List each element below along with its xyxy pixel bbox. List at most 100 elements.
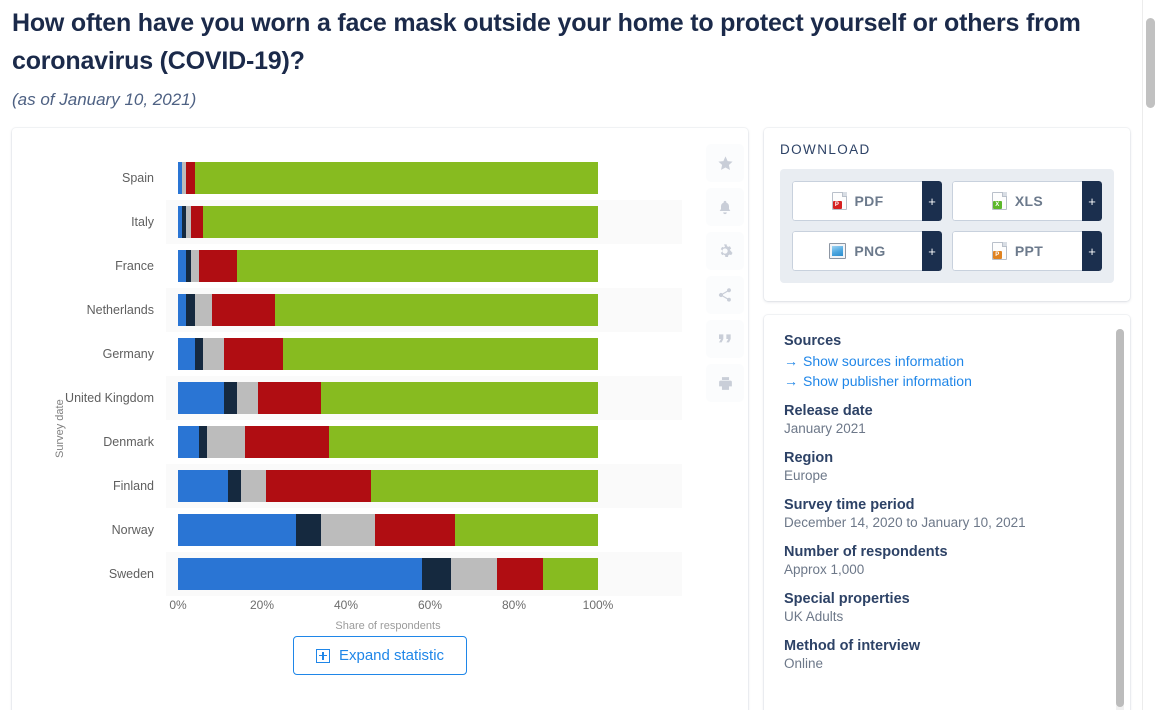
- settings-icon-button[interactable]: [706, 232, 744, 270]
- bar-segment[interactable]: [212, 294, 275, 326]
- page-header: How often have you worn a face mask outs…: [12, 0, 1087, 110]
- stacked-bar[interactable]: [178, 426, 598, 458]
- bar-segment[interactable]: [186, 162, 194, 194]
- bar-segment[interactable]: [296, 514, 321, 546]
- download-ppt-button[interactable]: PPPT+: [952, 231, 1102, 271]
- category-label: France: [12, 259, 154, 273]
- bar-segment[interactable]: [321, 514, 376, 546]
- bar-segment[interactable]: [241, 470, 266, 502]
- bar-segment[interactable]: [195, 294, 212, 326]
- bar-segment[interactable]: [178, 250, 186, 282]
- chart-row: United Kingdom: [12, 376, 682, 420]
- bar-segment[interactable]: [178, 426, 199, 458]
- share-icon-button[interactable]: [706, 276, 744, 314]
- bar-segment[interactable]: [178, 470, 228, 502]
- alert-icon-button[interactable]: [706, 188, 744, 226]
- bar-segment[interactable]: [186, 294, 194, 326]
- sources-heading: Sources: [784, 333, 1110, 349]
- bar-segment[interactable]: [199, 426, 207, 458]
- bar-segment[interactable]: [203, 206, 598, 238]
- bar-segment[interactable]: [195, 162, 598, 194]
- bar-segment[interactable]: [178, 294, 186, 326]
- stacked-bar[interactable]: [178, 162, 598, 194]
- sources-card: Sources →Show sources information →Show p…: [764, 315, 1130, 710]
- bar-segment[interactable]: [422, 558, 451, 590]
- print-icon-button[interactable]: [706, 364, 744, 402]
- quote-icon: [717, 331, 733, 347]
- meta-label: Special properties: [784, 591, 1110, 607]
- download-heading: DOWNLOAD: [780, 142, 1114, 157]
- download-ppt-main[interactable]: PPPT: [952, 231, 1082, 271]
- stacked-bar[interactable]: [178, 250, 598, 282]
- stacked-bar[interactable]: [178, 558, 598, 590]
- stacked-bar[interactable]: [178, 382, 598, 414]
- category-label: Sweden: [12, 567, 154, 581]
- category-label: Spain: [12, 171, 154, 185]
- bar-segment[interactable]: [275, 294, 598, 326]
- download-ppt-expand[interactable]: +: [1082, 231, 1102, 271]
- bar-segment[interactable]: [224, 338, 283, 370]
- sources-scrollbar[interactable]: [1116, 329, 1124, 710]
- bar-segment[interactable]: [191, 206, 204, 238]
- x-tick-label: 80%: [502, 598, 526, 612]
- favorite-icon-button[interactable]: [706, 144, 744, 182]
- bar-segment[interactable]: [199, 250, 237, 282]
- bar-segment[interactable]: [178, 382, 224, 414]
- download-xls-button[interactable]: XXLS+: [952, 181, 1102, 221]
- download-pdf-main[interactable]: PPDF: [792, 181, 922, 221]
- bar-segment[interactable]: [455, 514, 598, 546]
- bar-segment[interactable]: [543, 558, 598, 590]
- citation-icon-button[interactable]: [706, 320, 744, 358]
- stacked-bar[interactable]: [178, 294, 598, 326]
- download-pdf-expand[interactable]: +: [922, 181, 942, 221]
- bar-segment[interactable]: [451, 558, 497, 590]
- bar-segment[interactable]: [266, 470, 371, 502]
- bar-segment[interactable]: [191, 250, 199, 282]
- bar-segment[interactable]: [195, 338, 203, 370]
- bar-segment[interactable]: [203, 338, 224, 370]
- page-scrollbar[interactable]: [1142, 0, 1157, 710]
- bar-segment[interactable]: [321, 382, 598, 414]
- bar-segment[interactable]: [237, 382, 258, 414]
- source-link[interactable]: →Show publisher information: [784, 373, 1110, 389]
- stacked-bar[interactable]: [178, 206, 598, 238]
- bar-segment[interactable]: [497, 558, 543, 590]
- download-ppt-label: PPT: [1015, 243, 1043, 259]
- bar-segment[interactable]: [228, 470, 241, 502]
- meta-value: December 14, 2020 to January 10, 2021: [784, 515, 1110, 530]
- bar-segment[interactable]: [258, 382, 321, 414]
- stacked-bar[interactable]: [178, 470, 598, 502]
- bar-segment[interactable]: [237, 250, 598, 282]
- bar-segment[interactable]: [329, 426, 598, 458]
- download-png-label: PNG: [854, 243, 885, 259]
- bar-segment[interactable]: [371, 470, 598, 502]
- download-pdf-button[interactable]: PPDF+: [792, 181, 942, 221]
- stacked-bar[interactable]: [178, 514, 598, 546]
- bar-segment[interactable]: [224, 382, 237, 414]
- chart-row: Finland: [12, 464, 682, 508]
- sources-meta-list: Release dateJanuary 2021RegionEuropeSurv…: [784, 403, 1110, 671]
- stacked-bar[interactable]: [178, 338, 598, 370]
- page-scrollbar-thumb[interactable]: [1146, 18, 1155, 108]
- bar-segment[interactable]: [178, 558, 422, 590]
- download-xls-expand[interactable]: +: [1082, 181, 1102, 221]
- download-png-main[interactable]: PNG: [792, 231, 922, 271]
- download-png-expand[interactable]: +: [922, 231, 942, 271]
- chart-row: France: [12, 244, 682, 288]
- sources-scrollbar-thumb[interactable]: [1116, 329, 1124, 707]
- bar-segment[interactable]: [245, 426, 329, 458]
- meta-block: Method of interviewOnline: [784, 638, 1110, 671]
- download-png-button[interactable]: PNG +: [792, 231, 942, 271]
- bar-segment[interactable]: [375, 514, 455, 546]
- bar-segment[interactable]: [207, 426, 245, 458]
- arrow-right-icon: →: [784, 353, 798, 369]
- x-axis-title: Share of respondents: [335, 620, 440, 632]
- bar-segment[interactable]: [283, 338, 598, 370]
- chart-row: Netherlands: [12, 288, 682, 332]
- bar-segment[interactable]: [178, 514, 296, 546]
- download-xls-main[interactable]: XXLS: [952, 181, 1082, 221]
- expand-statistic-button[interactable]: Expand statistic: [293, 636, 467, 675]
- source-link[interactable]: →Show sources information: [784, 353, 1110, 369]
- meta-value: UK Adults: [784, 609, 1110, 624]
- bar-segment[interactable]: [178, 338, 195, 370]
